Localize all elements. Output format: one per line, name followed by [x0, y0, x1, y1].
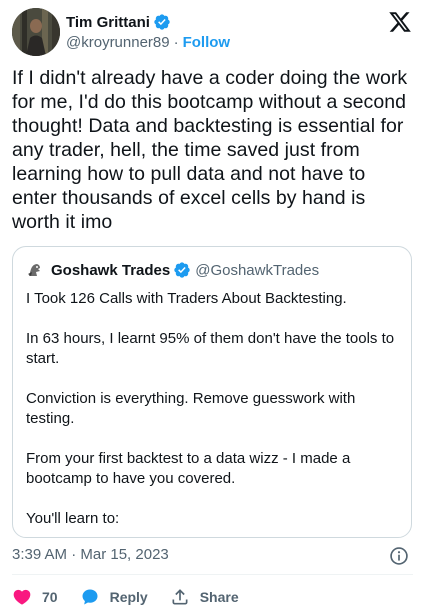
quoted-tweet[interactable]: Goshawk Trades @GoshawkTrades I Took 126…	[12, 246, 412, 538]
tweet-text: If I didn't already have a coder doing t…	[12, 67, 413, 233]
share-label: Share	[199, 589, 239, 605]
author-info: Tim Grittani @kroyrunner89 · Follow	[66, 12, 231, 52]
quoted-tweet-text: I Took 126 Calls with Traders About Back…	[26, 289, 406, 549]
verified-badge-icon	[153, 13, 171, 31]
quoted-author-avatar	[25, 260, 45, 280]
reply-label: Reply	[109, 589, 148, 605]
share-upload-icon	[172, 589, 188, 605]
like-count: 70	[42, 589, 58, 605]
quoted-author-name: Goshawk Trades	[51, 261, 171, 279]
divider	[12, 574, 413, 575]
quoted-paragraph: I Took 126 Calls with Traders About Back…	[26, 290, 347, 307]
info-icon[interactable]	[389, 546, 409, 566]
quoted-paragraph: In 63 hours, I learnt 95% of them don't …	[26, 330, 399, 367]
speech-bubble-icon	[82, 589, 98, 605]
x-logo-icon[interactable]	[387, 10, 413, 34]
separator-dot: ·	[173, 34, 179, 51]
like-button[interactable]: 70	[12, 587, 58, 607]
follow-button[interactable]: Follow	[183, 34, 231, 51]
quoted-paragraph: Conviction is everything. Remove guesswo…	[26, 390, 360, 427]
author-handle[interactable]: @kroyrunner89	[66, 34, 170, 51]
reply-button[interactable]: Reply	[80, 587, 148, 607]
quoted-paragraph: From your first backtest to a data wizz …	[26, 450, 355, 487]
action-bar: 70 Reply Share	[12, 585, 261, 609]
quoted-paragraph: You'll learn to:	[26, 510, 120, 527]
author-avatar[interactable]	[12, 8, 60, 56]
author-name[interactable]: Tim Grittani	[66, 14, 150, 31]
quoted-author-handle: @GoshawkTrades	[195, 261, 320, 279]
tweet-header: Tim Grittani @kroyrunner89 · Follow	[12, 8, 413, 56]
verified-badge-icon	[173, 261, 191, 279]
quoted-tweet-header: Goshawk Trades @GoshawkTrades	[25, 259, 319, 281]
tweet-card: Tim Grittani @kroyrunner89 · Follow If I…	[0, 0, 425, 612]
tweet-timestamp[interactable]: 3:39 AM · Mar 15, 2023	[12, 545, 169, 565]
share-button[interactable]: Share	[170, 587, 239, 607]
heart-icon	[13, 589, 31, 605]
